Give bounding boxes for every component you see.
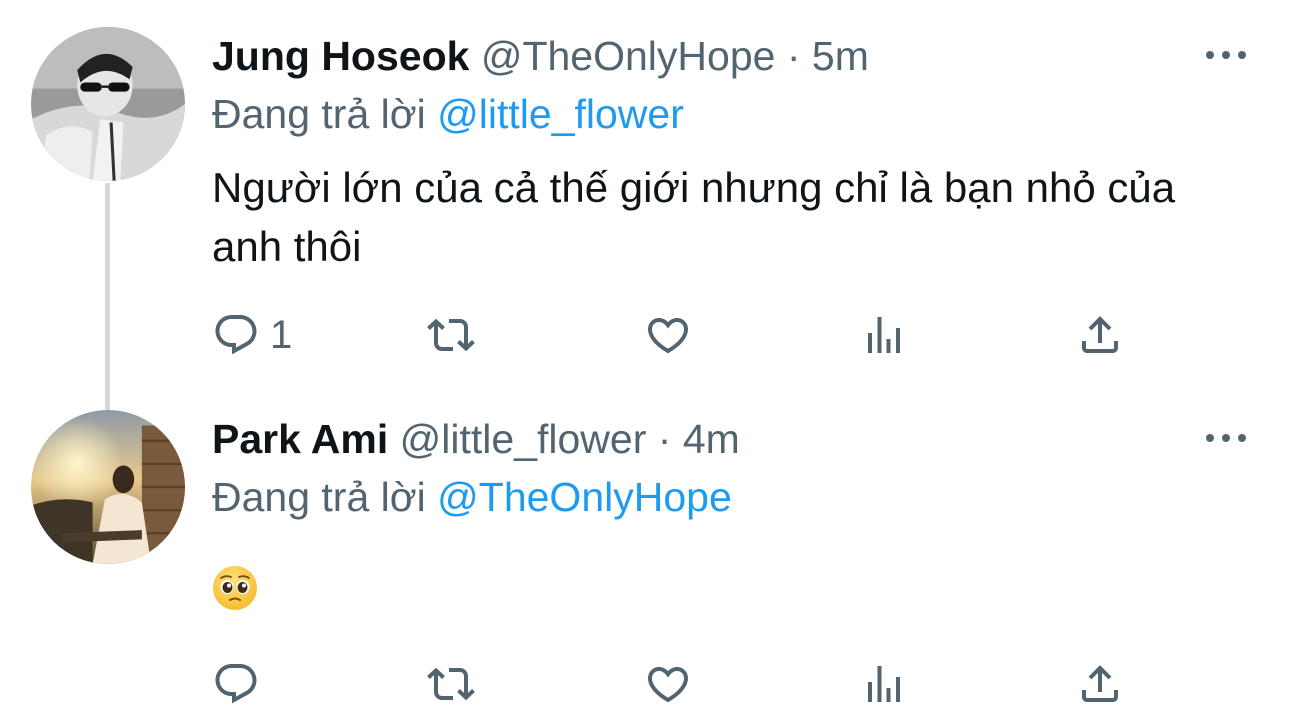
more-dot: [1238, 434, 1246, 442]
more-dot: [1206, 434, 1214, 442]
share-button[interactable]: [1076, 311, 1124, 359]
user-handle[interactable]: @little_flower: [400, 416, 647, 462]
retweet-button[interactable]: [427, 311, 475, 359]
display-name[interactable]: Park Ami: [212, 416, 388, 462]
retweet-icon: [427, 311, 475, 359]
thread-connector-line: [105, 183, 110, 411]
like-icon: [644, 660, 692, 708]
reply-count: 1: [270, 313, 293, 357]
pleading-face-emoji: 🥺: [213, 566, 257, 610]
display-name[interactable]: Jung Hoseok: [212, 33, 469, 79]
replying-to-label: Đang trả lời: [212, 474, 426, 520]
avatar-photo-icon: [31, 27, 185, 181]
stats-icon: [860, 660, 908, 708]
more-dot: [1206, 51, 1214, 59]
stats-button[interactable]: [860, 660, 908, 708]
replying-to: Đang trả lời @little_flower: [212, 86, 684, 142]
tweet-header: Jung Hoseok @TheOnlyHope · 5m: [212, 28, 869, 84]
timestamp[interactable]: 4m: [683, 416, 740, 462]
tweet-header: Park Ami @little_flower · 4m: [212, 411, 740, 467]
stats-button[interactable]: [860, 311, 908, 359]
tweet-text: Người lớn của cả thế giới nhưng chỉ là b…: [212, 164, 1176, 270]
reply-icon: [212, 311, 260, 359]
share-icon: [1076, 311, 1124, 359]
like-button[interactable]: [644, 660, 692, 708]
like-icon: [644, 311, 692, 359]
replying-to: Đang trả lời @TheOnlyHope: [212, 469, 732, 525]
more-icon[interactable]: [1206, 426, 1246, 450]
mention-link[interactable]: @TheOnlyHope: [437, 474, 732, 520]
timestamp[interactable]: 5m: [812, 33, 869, 79]
more-dot: [1222, 434, 1230, 442]
reply-icon: [212, 660, 260, 708]
more-dot: [1238, 51, 1246, 59]
retweet-button[interactable]: [427, 660, 475, 708]
share-button[interactable]: [1076, 660, 1124, 708]
avatar[interactable]: [31, 27, 185, 181]
retweet-icon: [427, 660, 475, 708]
reply-button[interactable]: 1: [212, 311, 292, 359]
avatar-photo-icon: [31, 410, 185, 564]
mention-link[interactable]: @little_flower: [437, 91, 684, 137]
more-icon[interactable]: [1206, 43, 1246, 67]
replying-to-label: Đang trả lời: [212, 91, 426, 137]
like-button[interactable]: [644, 311, 692, 359]
user-handle[interactable]: @TheOnlyHope: [481, 33, 776, 79]
stats-icon: [860, 311, 908, 359]
more-dot: [1222, 51, 1230, 59]
share-icon: [1076, 660, 1124, 708]
avatar[interactable]: [31, 410, 185, 564]
reply-button[interactable]: [212, 660, 270, 708]
separator-dot: ·: [657, 416, 672, 462]
separator-dot: ·: [786, 33, 801, 79]
